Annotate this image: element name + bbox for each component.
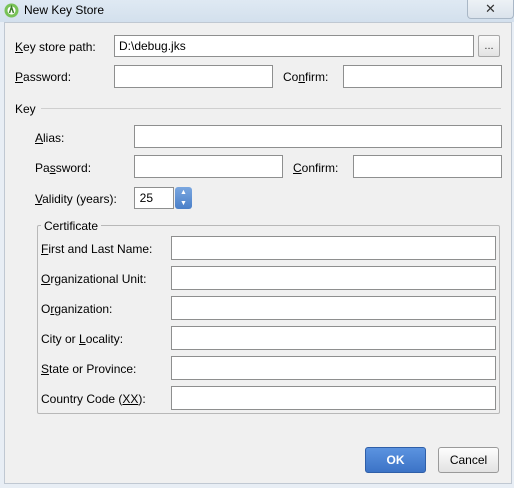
close-button[interactable]: ✕ [467,0,514,19]
certificate-group-title: Certificate [41,219,102,233]
new-key-store-dialog: New Key Store ✕ Key store path: ... Pass… [0,0,514,488]
key-store-path-input[interactable] [114,35,474,57]
certificate-field-label: First and Last Name: [41,242,153,256]
cancel-button[interactable]: Cancel [438,447,499,473]
certificate-field-input[interactable] [171,236,496,260]
certificate-field-label: State or Province: [41,362,137,376]
android-studio-icon [4,3,19,18]
keystore-password-label: Password: [15,70,72,84]
key-confirm-field[interactable] [353,155,502,178]
key-store-path-label: Key store path: [15,40,96,54]
certificate-field-input[interactable] [171,296,496,320]
key-confirm-label: Confirm: [293,161,339,175]
validity-spinner-input[interactable]: 25 [134,187,174,209]
certificate-field-label: Country Code (XX): [41,392,146,406]
alias-label: Alias: [35,131,65,145]
spin-down-icon[interactable]: ▼ [180,200,187,208]
key-section-label: Key [15,102,36,116]
alias-field[interactable] [134,125,502,148]
keystore-confirm-field[interactable] [343,65,502,88]
keystore-password-field[interactable] [114,65,273,88]
title-bar: New Key Store ✕ [0,0,514,22]
ellipsis-icon: ... [484,40,494,52]
certificate-field-input[interactable] [171,356,496,380]
key-password-label: Password: [35,161,92,175]
window-title: New Key Store [24,3,105,17]
validity-spinner-buttons[interactable]: ▲ ▼ [175,187,192,209]
close-icon: ✕ [485,0,496,16]
ok-button[interactable]: OK [365,447,426,473]
certificate-field-input[interactable] [171,386,496,410]
certificate-field-label: Organizational Unit: [41,272,147,286]
key-password-field[interactable] [134,155,283,178]
validity-label: Validity (years): [35,192,117,206]
certificate-field-input[interactable] [171,326,496,350]
dialog-content: Key store path: ... Password: Confirm: K… [4,22,512,484]
certificate-field-input[interactable] [171,266,496,290]
key-section-divider [41,108,501,109]
keystore-confirm-label: Confirm: [283,70,329,84]
certificate-field-label: Organization: [41,302,113,316]
browse-button[interactable]: ... [478,35,500,57]
certificate-field-label: City or Locality: [41,332,124,346]
spin-up-icon[interactable]: ▲ [180,189,187,197]
